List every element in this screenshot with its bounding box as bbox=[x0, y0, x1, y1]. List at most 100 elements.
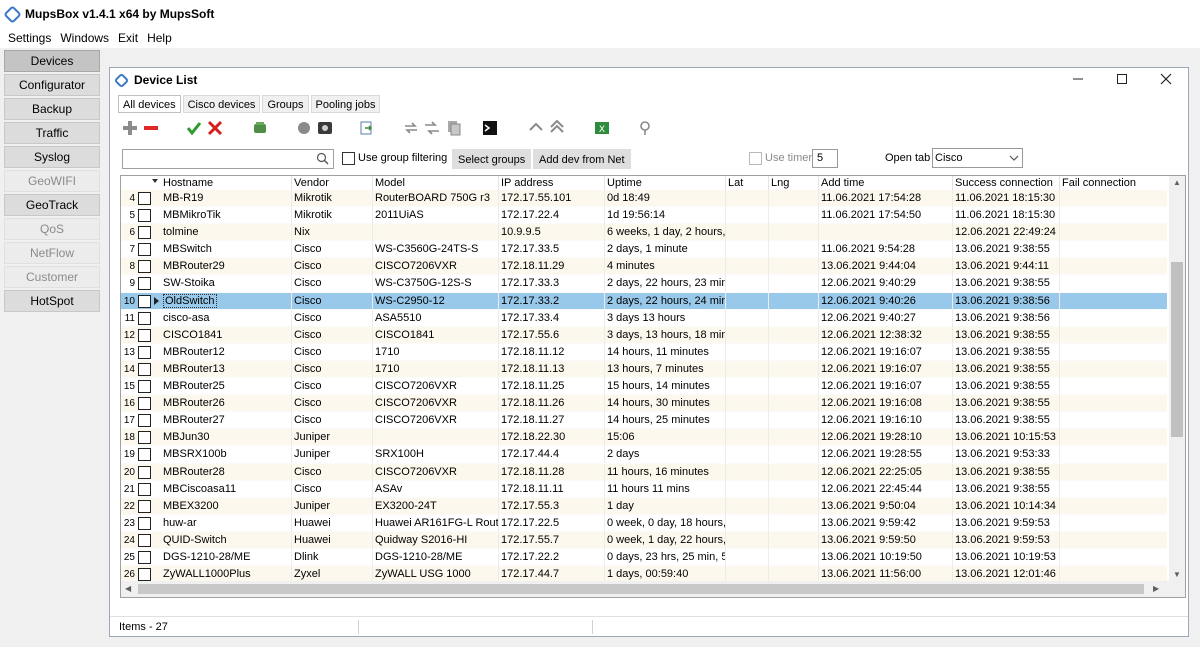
cell-lat[interactable] bbox=[725, 463, 768, 481]
tab-pooling-jobs[interactable]: Pooling jobs bbox=[310, 95, 381, 113]
cell-lat[interactable] bbox=[725, 309, 768, 327]
cell-success[interactable]: 13.06.2021 9:38:55 bbox=[952, 343, 1059, 361]
table-row[interactable]: 12 CISCO1841 Cisco CISCO1841 172.17.55.6 3 da… bbox=[121, 326, 1167, 344]
cell-fail[interactable] bbox=[1059, 292, 1167, 310]
cell-fail[interactable] bbox=[1059, 497, 1167, 515]
table-row[interactable]: 25 DGS-1210-28/ME Dlink DGS-1210-28/ME 172.1… bbox=[121, 548, 1167, 567]
scroll-up-icon[interactable]: ▲ bbox=[1173, 178, 1181, 187]
table-row[interactable]: 11 cisco-asa Cisco ASA5510 172.17.33.4 3 days… bbox=[121, 309, 1167, 327]
cell-uptime[interactable]: 3 days, 13 hours, 18 minu bbox=[604, 326, 725, 344]
cell-ip[interactable]: 172.17.22.4 bbox=[498, 207, 604, 225]
cell-fail[interactable] bbox=[1059, 395, 1167, 413]
cell-lng[interactable] bbox=[768, 275, 818, 293]
cell-add[interactable]: 13.06.2021 9:59:42 bbox=[818, 514, 952, 532]
menu-windows[interactable]: Windows bbox=[56, 31, 114, 45]
cell-fail[interactable] bbox=[1059, 207, 1167, 225]
cell-hostname[interactable]: MBJun30 bbox=[161, 429, 291, 446]
cell-vendor[interactable]: Cisco bbox=[291, 360, 372, 378]
cell-hostname[interactable]: MBSwitch bbox=[161, 241, 291, 258]
use-group-filtering-checkbox[interactable] bbox=[342, 152, 355, 165]
cell-lng[interactable] bbox=[768, 497, 818, 515]
copy-icon[interactable] bbox=[446, 120, 462, 136]
cell-ip[interactable]: 172.18.11.25 bbox=[498, 378, 604, 396]
cell-model[interactable] bbox=[372, 224, 498, 242]
tab-groups[interactable]: Groups bbox=[262, 95, 309, 113]
cell-success[interactable]: 13.06.2021 9:38:55 bbox=[952, 360, 1059, 378]
tab-all-devices[interactable]: All devices bbox=[118, 95, 181, 113]
cell-fail[interactable] bbox=[1059, 514, 1167, 532]
horizontal-scroll-thumb[interactable] bbox=[138, 584, 1144, 594]
transfer-all-icon[interactable] bbox=[549, 120, 565, 136]
cell-vendor[interactable]: Cisco bbox=[291, 326, 372, 344]
table-row[interactable]: 24 QUID-Switch Huawei Quidway S2016-HI 172.1… bbox=[121, 531, 1167, 549]
cell-uptime[interactable]: 13 hours, 7 minutes bbox=[604, 360, 725, 378]
cell-uptime[interactable]: 14 hours, 25 minutes bbox=[604, 412, 725, 430]
cell-uptime[interactable]: 11 hours, 16 minutes bbox=[604, 463, 725, 481]
table-row[interactable]: 10 OldSwitch Cisco WS-C2950-12 172.17.33.2 2 … bbox=[121, 292, 1167, 310]
vertical-scrollbar[interactable]: ▲ ▼ bbox=[1169, 176, 1185, 597]
row-checkbox[interactable] bbox=[138, 516, 151, 530]
sync-icon[interactable] bbox=[403, 120, 419, 136]
cell-lng[interactable] bbox=[768, 224, 818, 242]
ssh-icon[interactable] bbox=[317, 120, 333, 136]
cell-vendor[interactable]: Cisco bbox=[291, 412, 372, 430]
cell-lng[interactable] bbox=[768, 207, 818, 225]
remove-device-icon[interactable] bbox=[143, 120, 159, 136]
cell-hostname[interactable]: MBRouter26 bbox=[161, 395, 291, 412]
cell-success[interactable]: 13.06.2021 9:38:55 bbox=[952, 395, 1059, 413]
maximize-button[interactable] bbox=[1100, 68, 1144, 92]
cell-lat[interactable] bbox=[725, 360, 768, 378]
minimize-button[interactable] bbox=[1056, 68, 1100, 92]
export-icon[interactable] bbox=[359, 120, 375, 136]
nav-configurator[interactable]: Configurator bbox=[4, 74, 100, 96]
table-row[interactable]: 13 MBRouter12 Cisco 1710 172.18.11.12 14 hour… bbox=[121, 343, 1167, 361]
cell-fail[interactable] bbox=[1059, 224, 1167, 242]
cell-uptime[interactable]: 14 hours, 11 minutes bbox=[604, 343, 725, 361]
cell-fail[interactable] bbox=[1059, 429, 1167, 447]
cell-hostname[interactable]: DGS-1210-28/ME bbox=[161, 549, 291, 566]
close-button[interactable] bbox=[1144, 68, 1188, 92]
cell-lat[interactable] bbox=[725, 275, 768, 293]
cell-lng[interactable] bbox=[768, 429, 818, 447]
cell-hostname[interactable]: QUID-Switch bbox=[161, 532, 291, 549]
nav-traffic[interactable]: Traffic bbox=[4, 122, 100, 144]
cell-fail[interactable] bbox=[1059, 275, 1167, 293]
cell-add[interactable]: 12.06.2021 19:16:07 bbox=[818, 360, 952, 378]
cell-ip[interactable]: 172.17.55.7 bbox=[498, 531, 604, 549]
cell-fail[interactable] bbox=[1059, 446, 1167, 464]
row-checkbox[interactable] bbox=[138, 192, 151, 205]
cell-fail[interactable] bbox=[1059, 531, 1167, 549]
row-checkbox[interactable] bbox=[138, 431, 151, 445]
cell-model[interactable]: 1710 bbox=[372, 360, 498, 378]
cell-vendor[interactable]: Cisco bbox=[291, 378, 372, 396]
cell-ip[interactable]: 172.18.11.12 bbox=[498, 343, 604, 361]
col-uptime[interactable]: Uptime bbox=[604, 176, 725, 190]
cell-lat[interactable] bbox=[725, 292, 768, 310]
row-checkbox[interactable] bbox=[138, 380, 151, 394]
cell-uptime[interactable]: 11 hours 11 mins bbox=[604, 480, 725, 498]
cell-lng[interactable] bbox=[768, 190, 818, 207]
cell-lat[interactable] bbox=[725, 446, 768, 464]
cell-vendor[interactable]: Juniper bbox=[291, 446, 372, 464]
col-vendor[interactable]: Vendor bbox=[291, 176, 372, 190]
terminal-icon[interactable] bbox=[482, 120, 498, 136]
nav-backup[interactable]: Backup bbox=[4, 98, 100, 120]
cell-hostname[interactable]: MB-R19 bbox=[161, 190, 291, 207]
row-checkbox[interactable] bbox=[138, 209, 151, 223]
cell-lng[interactable] bbox=[768, 309, 818, 327]
cell-ip[interactable]: 172.17.33.3 bbox=[498, 275, 604, 293]
cell-vendor[interactable]: Cisco bbox=[291, 343, 372, 361]
cell-ip[interactable]: 172.17.55.3 bbox=[498, 497, 604, 515]
cell-vendor[interactable]: Juniper bbox=[291, 497, 372, 515]
cell-vendor[interactable]: Huawei bbox=[291, 514, 372, 532]
cell-ip[interactable]: 172.18.11.29 bbox=[498, 258, 604, 276]
cell-hostname[interactable]: MBMikroTik bbox=[161, 207, 291, 224]
cell-success[interactable]: 13.06.2021 9:38:55 bbox=[952, 275, 1059, 293]
cell-uptime[interactable]: 2 days, 22 hours, 24 minu bbox=[604, 292, 725, 310]
cell-add[interactable]: 12.06.2021 9:40:27 bbox=[818, 309, 952, 327]
cell-add[interactable]: 13.06.2021 10:19:50 bbox=[818, 548, 952, 566]
cell-uptime[interactable]: 1d 19:56:14 bbox=[604, 207, 725, 225]
cell-ip[interactable]: 172.17.22.5 bbox=[498, 514, 604, 532]
cell-success[interactable]: 13.06.2021 10:14:34 bbox=[952, 497, 1059, 515]
cell-ip[interactable]: 172.18.22.30 bbox=[498, 429, 604, 447]
